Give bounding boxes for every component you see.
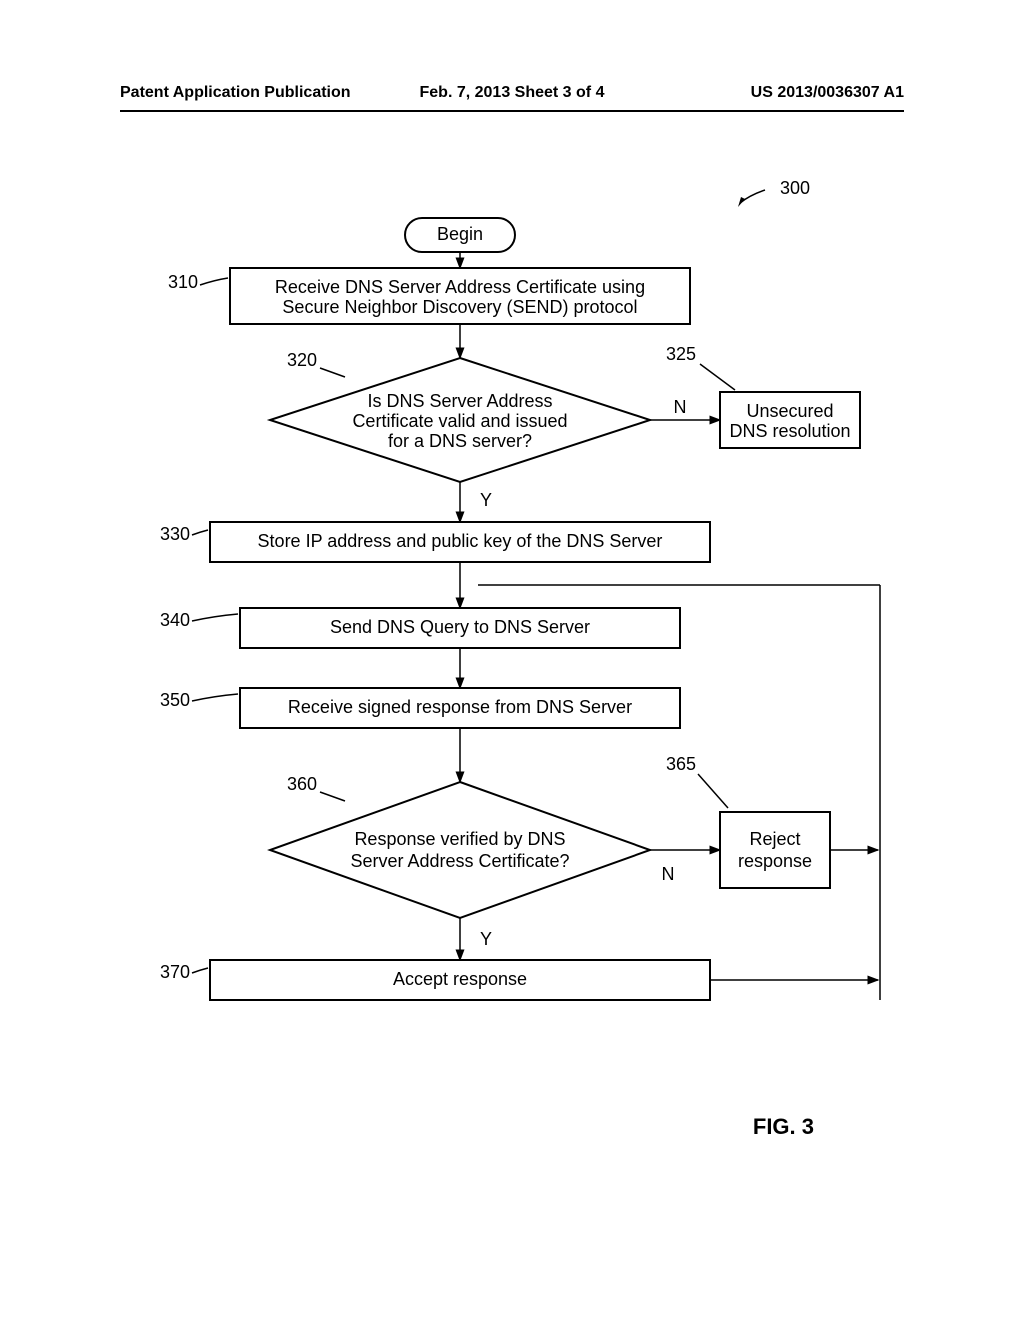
begin-node: Begin (405, 218, 515, 252)
decision-360-yes-label: Y (480, 929, 492, 949)
step-365: Reject response (720, 812, 830, 888)
ref-360: 360 (287, 774, 317, 794)
page-header: Patent Application Publication Feb. 7, 2… (120, 84, 904, 102)
svg-text:Receive DNS Server Address Cer: Receive DNS Server Address Certificate u… (275, 277, 645, 297)
svg-text:Server Address Certificate?: Server Address Certificate? (350, 851, 569, 871)
header-left: Patent Application Publication (120, 84, 381, 102)
figure-label: FIG. 3 (753, 1114, 814, 1140)
svg-text:Accept response: Accept response (393, 969, 527, 989)
ref-365: 365 (666, 754, 696, 774)
svg-text:Send DNS Query to DNS Server: Send DNS Query to DNS Server (330, 617, 590, 637)
svg-text:Reject: Reject (749, 829, 800, 849)
svg-text:Secure Neighbor Discovery (SEN: Secure Neighbor Discovery (SEND) protoco… (282, 297, 637, 317)
step-370: Accept response (210, 960, 710, 1000)
step-340: Send DNS Query to DNS Server (240, 608, 680, 648)
decision-320: Is DNS Server Address Certificate valid … (270, 358, 650, 482)
decision-320-yes-label: Y (480, 490, 492, 510)
svg-text:Unsecured: Unsecured (746, 401, 833, 421)
svg-text:response: response (738, 851, 812, 871)
svg-text:Receive signed response from D: Receive signed response from DNS Server (288, 697, 632, 717)
svg-text:Is DNS Server Address: Is DNS Server Address (367, 391, 552, 411)
decision-320-no-label: N (674, 397, 687, 417)
svg-text:Response verified by DNS: Response verified by DNS (354, 829, 565, 849)
ref-300: 300 (780, 178, 810, 198)
svg-text:DNS resolution: DNS resolution (729, 421, 850, 441)
ref-330: 330 (160, 524, 190, 544)
svg-text:Certificate valid and issued: Certificate valid and issued (352, 411, 567, 431)
step-330: Store IP address and public key of the D… (210, 522, 710, 562)
ref-370: 370 (160, 962, 190, 982)
ref-325: 325 (666, 344, 696, 364)
svg-text:Begin: Begin (437, 224, 483, 244)
step-310: Receive DNS Server Address Certificate u… (230, 268, 690, 324)
ref-350: 350 (160, 690, 190, 710)
svg-text:for a DNS server?: for a DNS server? (388, 431, 532, 451)
ref-320: 320 (287, 350, 317, 370)
svg-text:Store IP address and public ke: Store IP address and public key of the D… (258, 531, 663, 551)
ref-340: 340 (160, 610, 190, 630)
header-rule (120, 110, 904, 112)
flowchart: 300 Begin Receive DNS Server Address Cer… (120, 170, 904, 1070)
decision-360: Response verified by DNS Server Address … (270, 782, 650, 918)
step-350: Receive signed response from DNS Server (240, 688, 680, 728)
decision-360-no-label: N (662, 864, 675, 884)
header-right: US 2013/0036307 A1 (643, 84, 904, 102)
ref-310: 310 (168, 272, 198, 292)
header-center: Feb. 7, 2013 Sheet 3 of 4 (381, 84, 642, 102)
step-325: Unsecured DNS resolution (720, 392, 860, 448)
